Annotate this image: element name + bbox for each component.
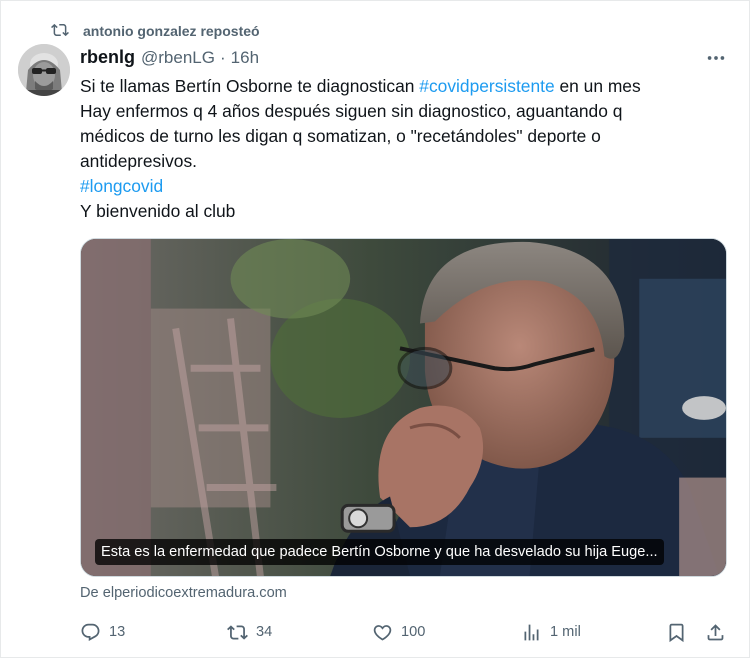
bookmark-button[interactable] xyxy=(666,619,687,645)
views-count: 1 mil xyxy=(550,624,581,640)
views-icon xyxy=(524,624,539,640)
like-button[interactable]: 100 xyxy=(372,619,425,645)
reply-button[interactable]: 13 xyxy=(80,619,125,645)
display-name[interactable]: rbenlg xyxy=(80,47,135,68)
card-source-link[interactable]: De elperiodicoextremadura.com xyxy=(80,585,287,601)
more-icon xyxy=(707,56,725,60)
retweet-button[interactable]: 34 xyxy=(227,619,272,645)
tweet-card[interactable]: antonio gonzalez reposteó rbenlg @rbenLG… xyxy=(0,0,750,658)
tweet-text-line: Y bienvenido al club xyxy=(80,199,730,224)
user-handle[interactable]: @rbenLG xyxy=(141,48,215,68)
retweet-icon xyxy=(227,624,248,640)
share-icon xyxy=(707,623,724,640)
text-segment: en un mes xyxy=(554,76,641,96)
tweet-text: Si te llamas Bertín Osborne te diagnosti… xyxy=(80,74,730,224)
like-count: 100 xyxy=(401,624,426,640)
tweet-text-line: Si te llamas Bertín Osborne te diagnosti… xyxy=(80,74,730,99)
hashtag-link[interactable]: #longcovid xyxy=(80,176,163,196)
card-caption: Esta es la enfermedad que padece Bertín … xyxy=(95,539,664,565)
text-segment: Y bienvenido al club xyxy=(80,201,236,221)
hashtag-link[interactable]: #covidpersistente xyxy=(419,76,554,96)
separator-dot: · xyxy=(219,48,226,67)
share-button[interactable] xyxy=(705,619,726,645)
avatar[interactable] xyxy=(18,44,70,96)
tweet-text-line: médicos de turno les digan q somatizan, … xyxy=(80,124,730,149)
repost-icon xyxy=(51,21,69,44)
repost-context[interactable]: antonio gonzalez reposteó xyxy=(51,21,260,44)
text-segment: Si te llamas Bertín Osborne te diagnosti… xyxy=(80,76,420,96)
text-segment: antidepresivos. xyxy=(80,151,197,171)
reply-count: 13 xyxy=(109,624,126,640)
text-segment: Hay enfermos q 4 años después siguen sin… xyxy=(80,101,623,121)
views-button[interactable]: 1 mil xyxy=(521,619,581,645)
tweet-header: rbenlg @rbenLG · 16h xyxy=(80,47,259,71)
tweet-text-line: Hay enfermos q 4 años después siguen sin… xyxy=(80,99,730,124)
heart-icon xyxy=(373,624,392,641)
tweet-actions: 13 34 100 1 mil xyxy=(1,619,750,645)
text-segment: médicos de turno les digan q somatizan, … xyxy=(80,126,601,146)
retweet-count: 34 xyxy=(256,624,273,640)
tweet-text-line: antidepresivos. xyxy=(80,149,730,174)
reply-icon xyxy=(81,623,100,641)
timestamp[interactable]: 16h xyxy=(231,48,259,68)
more-options-button[interactable] xyxy=(701,47,731,69)
repost-label: antonio gonzalez reposteó xyxy=(83,23,260,39)
news-photo xyxy=(81,239,726,576)
link-card-image[interactable]: Esta es la enfermedad que padece Bertín … xyxy=(80,238,727,577)
bookmark-icon xyxy=(669,623,684,642)
tweet-text-line: #longcovid xyxy=(80,174,730,199)
